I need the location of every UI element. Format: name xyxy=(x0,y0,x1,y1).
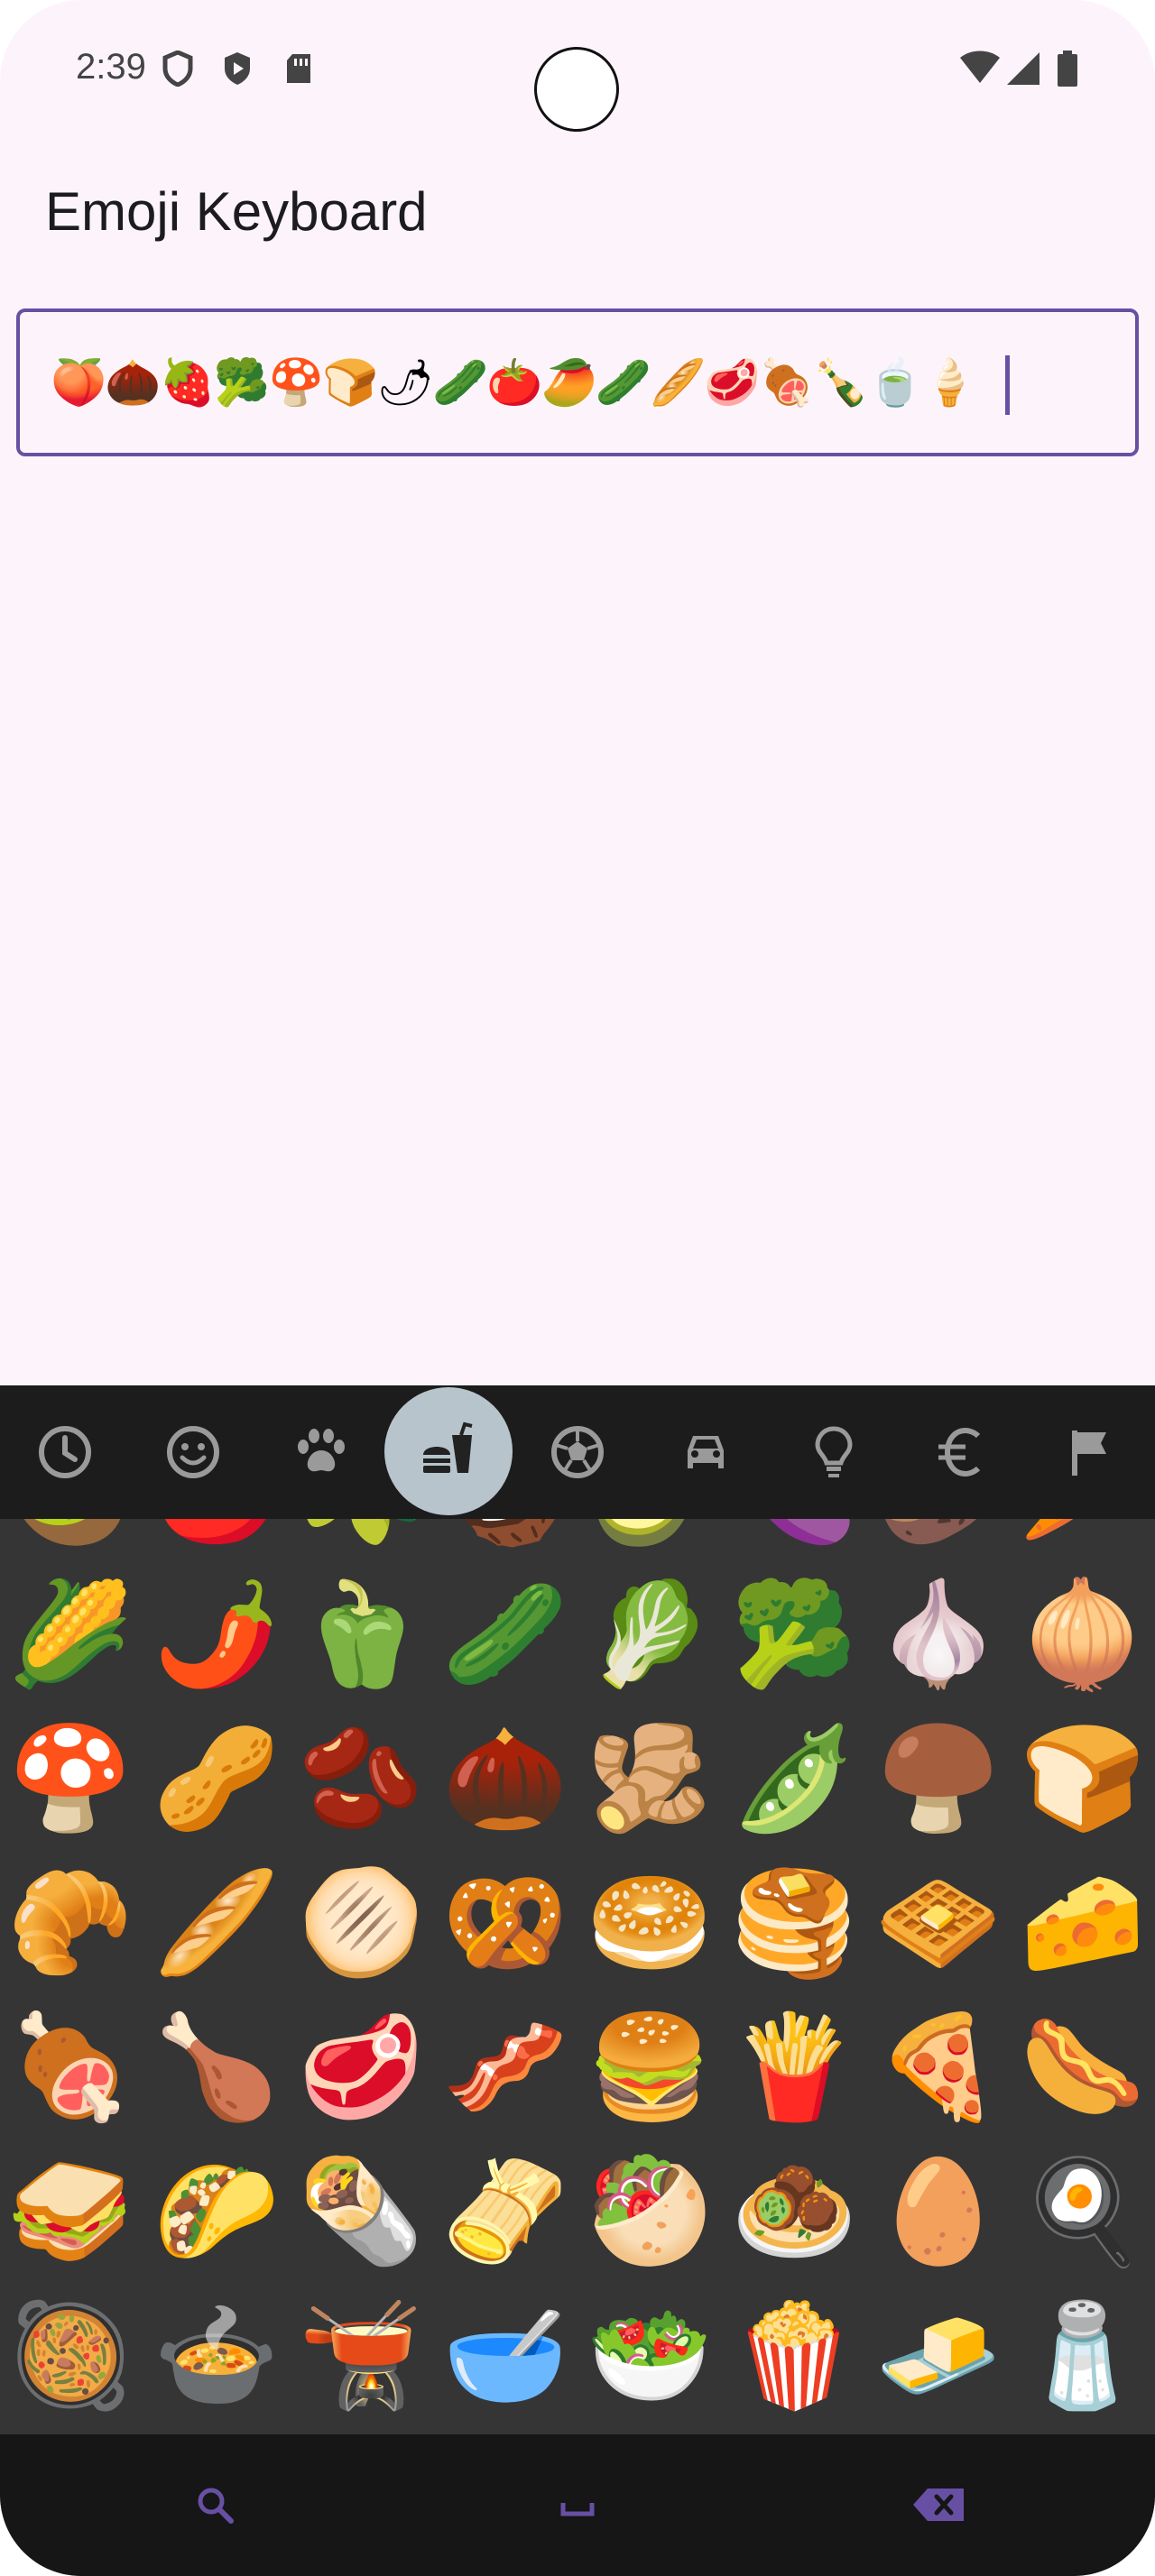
emoji-key[interactable]: 🫚 xyxy=(578,1707,722,1851)
activity-icon[interactable] xyxy=(531,1405,624,1499)
emoji-key[interactable]: 🥦 xyxy=(722,1562,866,1707)
emoji-key[interactable]: 🥙 xyxy=(578,2139,722,2284)
status-time: 2:39 xyxy=(76,47,146,87)
objects-icon[interactable] xyxy=(787,1405,881,1499)
emoji-key[interactable]: 🥐 xyxy=(0,1851,143,1995)
emoji-key[interactable]: 🍖 xyxy=(0,1995,143,2139)
emoji-key[interactable]: 🍿 xyxy=(722,2284,866,2428)
emoji-key[interactable]: 🍟 xyxy=(722,1995,866,2139)
emoji-key[interactable]: 🥯 xyxy=(578,1851,722,1995)
search-icon[interactable] xyxy=(186,2476,244,2534)
emoji-key[interactable]: 🫔 xyxy=(433,2139,578,2284)
emoji-key[interactable]: 🌮 xyxy=(144,2139,289,2284)
emoji-text-field[interactable]: 🍑🌰🍓🥦🍄🍞🌶🥒🍅🥭🥒🥖🥩🍖🍾🍵🍦 xyxy=(16,308,1139,456)
flags-icon[interactable] xyxy=(1043,1405,1137,1499)
emoji-key[interactable]: 🥩 xyxy=(289,1995,433,2139)
keyboard-bottom-bar xyxy=(0,2434,1155,2576)
emoji-key[interactable]: 🥔 xyxy=(866,1519,1011,1564)
status-bar: 2:39 xyxy=(0,0,1155,135)
recent-icon[interactable] xyxy=(18,1405,112,1499)
emoji-key[interactable]: 🧇 xyxy=(866,1851,1011,1995)
symbols-icon[interactable] xyxy=(915,1405,1009,1499)
smiley-icon[interactable] xyxy=(146,1405,240,1499)
emoji-key[interactable]: 🧆 xyxy=(722,2139,866,2284)
front-camera xyxy=(534,47,619,132)
play-protect-icon xyxy=(222,51,253,87)
emoji-key[interactable]: 🥞 xyxy=(722,1851,866,1995)
emoji-key[interactable]: 🥚 xyxy=(866,2139,1011,2284)
category-bar xyxy=(0,1385,1155,1519)
emoji-key[interactable]: 🌯 xyxy=(289,2139,433,2284)
emoji-key[interactable]: 🧈 xyxy=(866,2284,1011,2428)
emoji-key[interactable]: 🫑 xyxy=(289,1562,433,1707)
emoji-key[interactable]: 🍆 xyxy=(722,1519,866,1564)
emoji-key[interactable]: 🥪 xyxy=(0,2139,143,2284)
emoji-key[interactable]: 🥨 xyxy=(433,1851,578,1995)
emoji-key[interactable]: 🫒 xyxy=(289,1519,433,1564)
emoji-key[interactable]: 🍕 xyxy=(866,1995,1011,2139)
travel-icon[interactable] xyxy=(659,1405,753,1499)
emoji-key[interactable]: 🫘 xyxy=(289,1707,433,1851)
emoji-key[interactable]: 🍔 xyxy=(578,1995,722,2139)
emoji-key[interactable]: 🍲 xyxy=(144,2284,289,2428)
text-field-value: 🍑🌰🍓🥦🍄🍞🌶🥒🍅🥭🥒🥖🥩🍖🍾🍵🍦 xyxy=(51,356,978,409)
phone-screen: 2:39 Emoji Keyboard 🍑🌰🍓🥦🍄🍞🌶🥒🍅🥭🥒🥖🥩🍖🍾🍵🍦 🌽 … xyxy=(0,0,1155,2576)
battery-icon xyxy=(1056,51,1079,87)
emoji-key[interactable]: 🍳 xyxy=(1011,2139,1155,2284)
emoji-key[interactable]: 🥥 xyxy=(433,1519,578,1564)
signal-icon xyxy=(1005,51,1041,87)
emoji-key[interactable]: 🍅 xyxy=(144,1519,289,1564)
emoji-key[interactable]: 🫕 xyxy=(289,2284,433,2428)
emoji-key[interactable]: 🍄 xyxy=(0,1707,143,1851)
emoji-key[interactable]: 🍄‍🟫 xyxy=(866,1707,1011,1851)
emoji-keyboard: 🥝🍅🫒🥥🥑🍆🥔🥕 🌽🌶️🫑🥒🥬🥦🧄🧅 🍄🥜🫘🌰🫚🫛🍄‍🟫🍞 🥐🥖🫓🥨🥯🥞🧇🧀 🍖🍗🥩🥓🍔… xyxy=(0,1385,1155,2576)
space-icon[interactable] xyxy=(549,2476,606,2534)
shield-icon xyxy=(162,50,193,87)
emoji-key[interactable]: 🌭 xyxy=(1011,1995,1155,2139)
emoji-key[interactable]: 🥬 xyxy=(578,1562,722,1707)
emoji-key[interactable]: 🥜 xyxy=(144,1707,289,1851)
animals-icon[interactable] xyxy=(274,1405,368,1499)
emoji-key[interactable]: 🌽 xyxy=(0,1562,143,1707)
emoji-key[interactable]: 🥓 xyxy=(433,1995,578,2139)
text-cursor xyxy=(1005,355,1010,415)
emoji-key[interactable]: 🥗 xyxy=(578,2284,722,2428)
emoji-key[interactable]: 🫛 xyxy=(722,1707,866,1851)
emoji-key[interactable]: 🥣 xyxy=(433,2284,578,2428)
emoji-key[interactable]: 🍗 xyxy=(144,1995,289,2139)
app-title: Emoji Keyboard xyxy=(45,181,428,242)
emoji-key[interactable]: 🥕 xyxy=(1011,1519,1155,1564)
emoji-key[interactable]: 🥑 xyxy=(578,1519,722,1564)
emoji-key[interactable]: 🫓 xyxy=(289,1851,433,1995)
emoji-key[interactable]: 🥒 xyxy=(433,1562,578,1707)
emoji-key[interactable]: 🧀 xyxy=(1011,1851,1155,1995)
emoji-key[interactable]: 🧅 xyxy=(1011,1562,1155,1707)
wifi-icon xyxy=(958,51,1002,87)
food-icon[interactable] xyxy=(384,1387,513,1515)
emoji-key[interactable]: 🥘 xyxy=(0,2284,143,2428)
emoji-key[interactable]: 🧄 xyxy=(866,1562,1011,1707)
emoji-key[interactable]: 🧂 xyxy=(1011,2284,1155,2428)
emoji-grid: 🥝🍅🫒🥥🥑🍆🥔🥕 🌽🌶️🫑🥒🥬🥦🧄🧅 🍄🥜🫘🌰🫚🫛🍄‍🟫🍞 🥐🥖🫓🥨🥯🥞🧇🧀 🍖🍗🥩🥓🍔… xyxy=(0,1519,1155,2434)
emoji-key[interactable]: 🥝 xyxy=(0,1519,143,1564)
emoji-key[interactable]: 🌰 xyxy=(433,1707,578,1851)
emoji-key[interactable]: 🥖 xyxy=(144,1851,289,1995)
emoji-key[interactable]: 🍞 xyxy=(1011,1707,1155,1851)
emoji-key[interactable]: 🌶️ xyxy=(144,1562,289,1707)
backspace-icon[interactable] xyxy=(910,2476,967,2534)
sd-card-icon xyxy=(283,51,314,87)
